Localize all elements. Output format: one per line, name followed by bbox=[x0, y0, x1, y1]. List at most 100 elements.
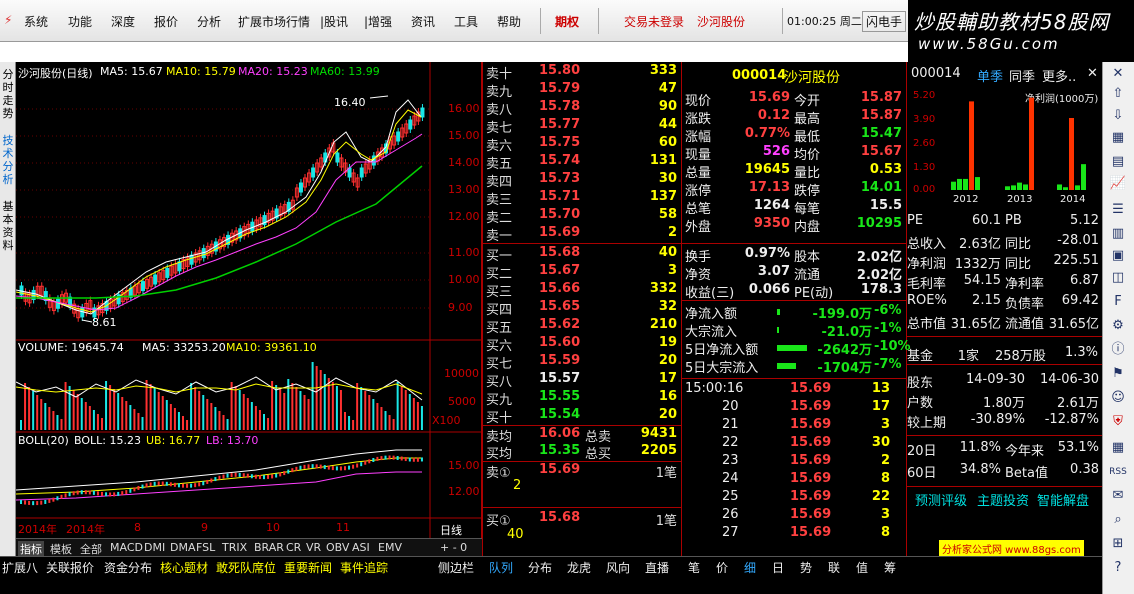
bid-row[interactable]: 买九 15.55 16 bbox=[483, 389, 681, 408]
status-fund-dist[interactable]: 资金分布 bbox=[104, 559, 152, 576]
status-core-theme[interactable]: 核心题材 bbox=[160, 559, 208, 576]
fin-link[interactable]: 预测评级 bbox=[915, 490, 967, 509]
menu-enhance[interactable]: |增强 bbox=[364, 13, 392, 30]
tab-emv[interactable]: EMV bbox=[378, 541, 402, 554]
tab-fsl[interactable]: FSL bbox=[196, 541, 215, 554]
tab-all[interactable]: 全部 bbox=[80, 541, 102, 557]
menu-quote[interactable]: 报价 bbox=[154, 13, 178, 30]
menu-analysis[interactable]: 分析 bbox=[197, 13, 221, 30]
tab-value[interactable]: 值 bbox=[856, 559, 868, 576]
tab-trend[interactable]: 势 bbox=[800, 559, 812, 576]
bid-row[interactable]: 买七 15.59 20 bbox=[483, 353, 681, 372]
menu-options[interactable]: 期权 bbox=[555, 13, 579, 30]
tab-dmi[interactable]: DMI bbox=[144, 541, 165, 554]
bid-row[interactable]: 买六 15.60 19 bbox=[483, 335, 681, 354]
tab-trades[interactable]: 笔 bbox=[688, 559, 700, 576]
info-icon[interactable]: ⓘ bbox=[1109, 342, 1127, 358]
menu-tools[interactable]: 工具 bbox=[454, 13, 478, 30]
grid-icon[interactable]: ▦ bbox=[1109, 130, 1127, 146]
tab-live[interactable]: 直播 bbox=[645, 559, 669, 576]
help-icon[interactable]: ? bbox=[1109, 560, 1127, 576]
tab-price[interactable]: 价 bbox=[716, 559, 728, 576]
menu-system[interactable]: 系统 bbox=[24, 13, 48, 30]
tab-wind[interactable]: 风向 bbox=[606, 559, 630, 576]
tab-fundamentals[interactable]: 基本资料 bbox=[1, 200, 15, 260]
menu-extended-market[interactable]: 扩展市场行情 bbox=[238, 13, 310, 30]
filter-icon[interactable]: ⊞ bbox=[1109, 536, 1127, 552]
document-icon[interactable]: ▥ bbox=[1109, 226, 1127, 242]
tab-single-quarter[interactable]: 单季 bbox=[977, 66, 1003, 85]
chat-icon[interactable]: ✉ bbox=[1109, 488, 1127, 504]
shield-icon[interactable]: ⛨ bbox=[1109, 414, 1127, 430]
ask-row[interactable]: 卖二 15.70 58 bbox=[483, 207, 681, 226]
status-ext8[interactable]: 扩展八 bbox=[2, 559, 38, 576]
kline-chart-area[interactable]: 沙河股份(日线) MA5: 15.67 MA10: 15.79 MA20: 15… bbox=[16, 62, 482, 538]
tab-asi[interactable]: ASI bbox=[352, 541, 370, 554]
person-icon[interactable]: ☺ bbox=[1109, 390, 1127, 406]
tab-template[interactable]: 模板 bbox=[50, 541, 72, 557]
trade-login-status[interactable]: 交易未登录 bbox=[624, 13, 684, 30]
tab-cr[interactable]: CR bbox=[286, 541, 301, 554]
status-seats[interactable]: 敢死队席位 bbox=[216, 559, 276, 576]
search-icon[interactable]: ⌕ bbox=[1109, 512, 1127, 528]
tab-trix[interactable]: TRIX bbox=[222, 541, 247, 554]
tab-dma[interactable]: DMA bbox=[170, 541, 196, 554]
flag-icon[interactable]: ⚑ bbox=[1109, 366, 1127, 382]
app-logo-icon[interactable]: ⚡ bbox=[4, 13, 12, 27]
tab-vr[interactable]: VR bbox=[306, 541, 321, 554]
tab-technical[interactable]: 技术分析 bbox=[1, 134, 15, 194]
tab-detail[interactable]: 细 bbox=[744, 559, 756, 576]
ask-row[interactable]: 卖一 15.69 2 bbox=[483, 225, 681, 244]
bid-row[interactable]: 买一 15.68 40 bbox=[483, 245, 681, 264]
up-arrow-icon[interactable]: ⇧ bbox=[1109, 86, 1127, 102]
tab-link[interactable]: 联 bbox=[828, 559, 840, 576]
down-arrow-icon[interactable]: ⇩ bbox=[1109, 108, 1127, 124]
ask-row[interactable]: 卖十 15.80 333 bbox=[483, 63, 681, 82]
window-icon[interactable]: ▣ bbox=[1109, 248, 1127, 264]
bid-row[interactable]: 买四 15.65 32 bbox=[483, 299, 681, 318]
period-label[interactable]: 日线 bbox=[440, 522, 462, 538]
tab-intraday[interactable]: 分时走势 bbox=[1, 68, 15, 128]
table-icon[interactable]: ▤ bbox=[1109, 154, 1127, 170]
list-icon[interactable]: ☰ bbox=[1109, 202, 1127, 218]
ask-row[interactable]: 卖九 15.79 47 bbox=[483, 81, 681, 100]
settings-icon[interactable]: ⚙ bbox=[1109, 318, 1127, 334]
tab-chips[interactable]: 筹 bbox=[884, 559, 896, 576]
ask-row[interactable]: 卖四 15.73 30 bbox=[483, 171, 681, 190]
menu-news[interactable]: |股讯 bbox=[320, 13, 348, 30]
ask-row[interactable]: 卖三 15.71 137 bbox=[483, 189, 681, 208]
status-news[interactable]: 重要新闻 bbox=[284, 559, 332, 576]
tab-distribution[interactable]: 分布 bbox=[528, 559, 552, 576]
ask-row[interactable]: 卖七 15.77 44 bbox=[483, 117, 681, 136]
status-sidebar[interactable]: 侧边栏 bbox=[438, 559, 474, 576]
bid-row[interactable]: 买五 15.62 210 bbox=[483, 317, 681, 336]
status-related-quote[interactable]: 关联报价 bbox=[46, 559, 94, 576]
close-icon[interactable]: ✕ bbox=[1087, 66, 1098, 81]
zoom-controls[interactable]: + - 0 bbox=[440, 541, 467, 554]
fin-link[interactable]: 智能解盘 bbox=[1037, 490, 1089, 509]
tab-brar[interactable]: BRAR bbox=[254, 541, 284, 554]
bid-row[interactable]: 买八 15.57 17 bbox=[483, 371, 681, 390]
menu-info[interactable]: 资讯 bbox=[411, 13, 435, 30]
bid-row[interactable]: 买三 15.66 332 bbox=[483, 281, 681, 300]
tab-obv[interactable]: OBV bbox=[326, 541, 349, 554]
menu-depth[interactable]: 深度 bbox=[111, 13, 135, 30]
more-link[interactable]: 更多.. bbox=[1042, 66, 1076, 85]
ask-row[interactable]: 卖八 15.78 90 bbox=[483, 99, 681, 118]
bid-row[interactable]: 买二 15.67 3 bbox=[483, 263, 681, 282]
bid-row[interactable]: 买十 15.54 20 bbox=[483, 407, 681, 426]
fin-link[interactable]: 主题投资 bbox=[977, 490, 1029, 509]
tab-queue[interactable]: 队列 bbox=[489, 559, 513, 576]
ask-row[interactable]: 卖五 15.74 131 bbox=[483, 153, 681, 172]
tab-macd[interactable]: MACD bbox=[110, 541, 143, 554]
calendar-icon[interactable]: ▦ bbox=[1109, 440, 1127, 456]
flash-trade-button[interactable]: 闪电手 bbox=[862, 11, 907, 32]
ask-row[interactable]: 卖六 15.75 60 bbox=[483, 135, 681, 154]
close-icon[interactable]: ✕ bbox=[1109, 66, 1127, 82]
tab-daily[interactable]: 日 bbox=[772, 559, 784, 576]
rss-icon[interactable]: RSS bbox=[1109, 464, 1127, 480]
tab-indicator[interactable]: 指标 bbox=[18, 541, 44, 557]
menu-help[interactable]: 帮助 bbox=[497, 13, 521, 30]
status-events[interactable]: 事件追踪 bbox=[340, 559, 388, 576]
layout-icon[interactable]: ◫ bbox=[1109, 270, 1127, 286]
